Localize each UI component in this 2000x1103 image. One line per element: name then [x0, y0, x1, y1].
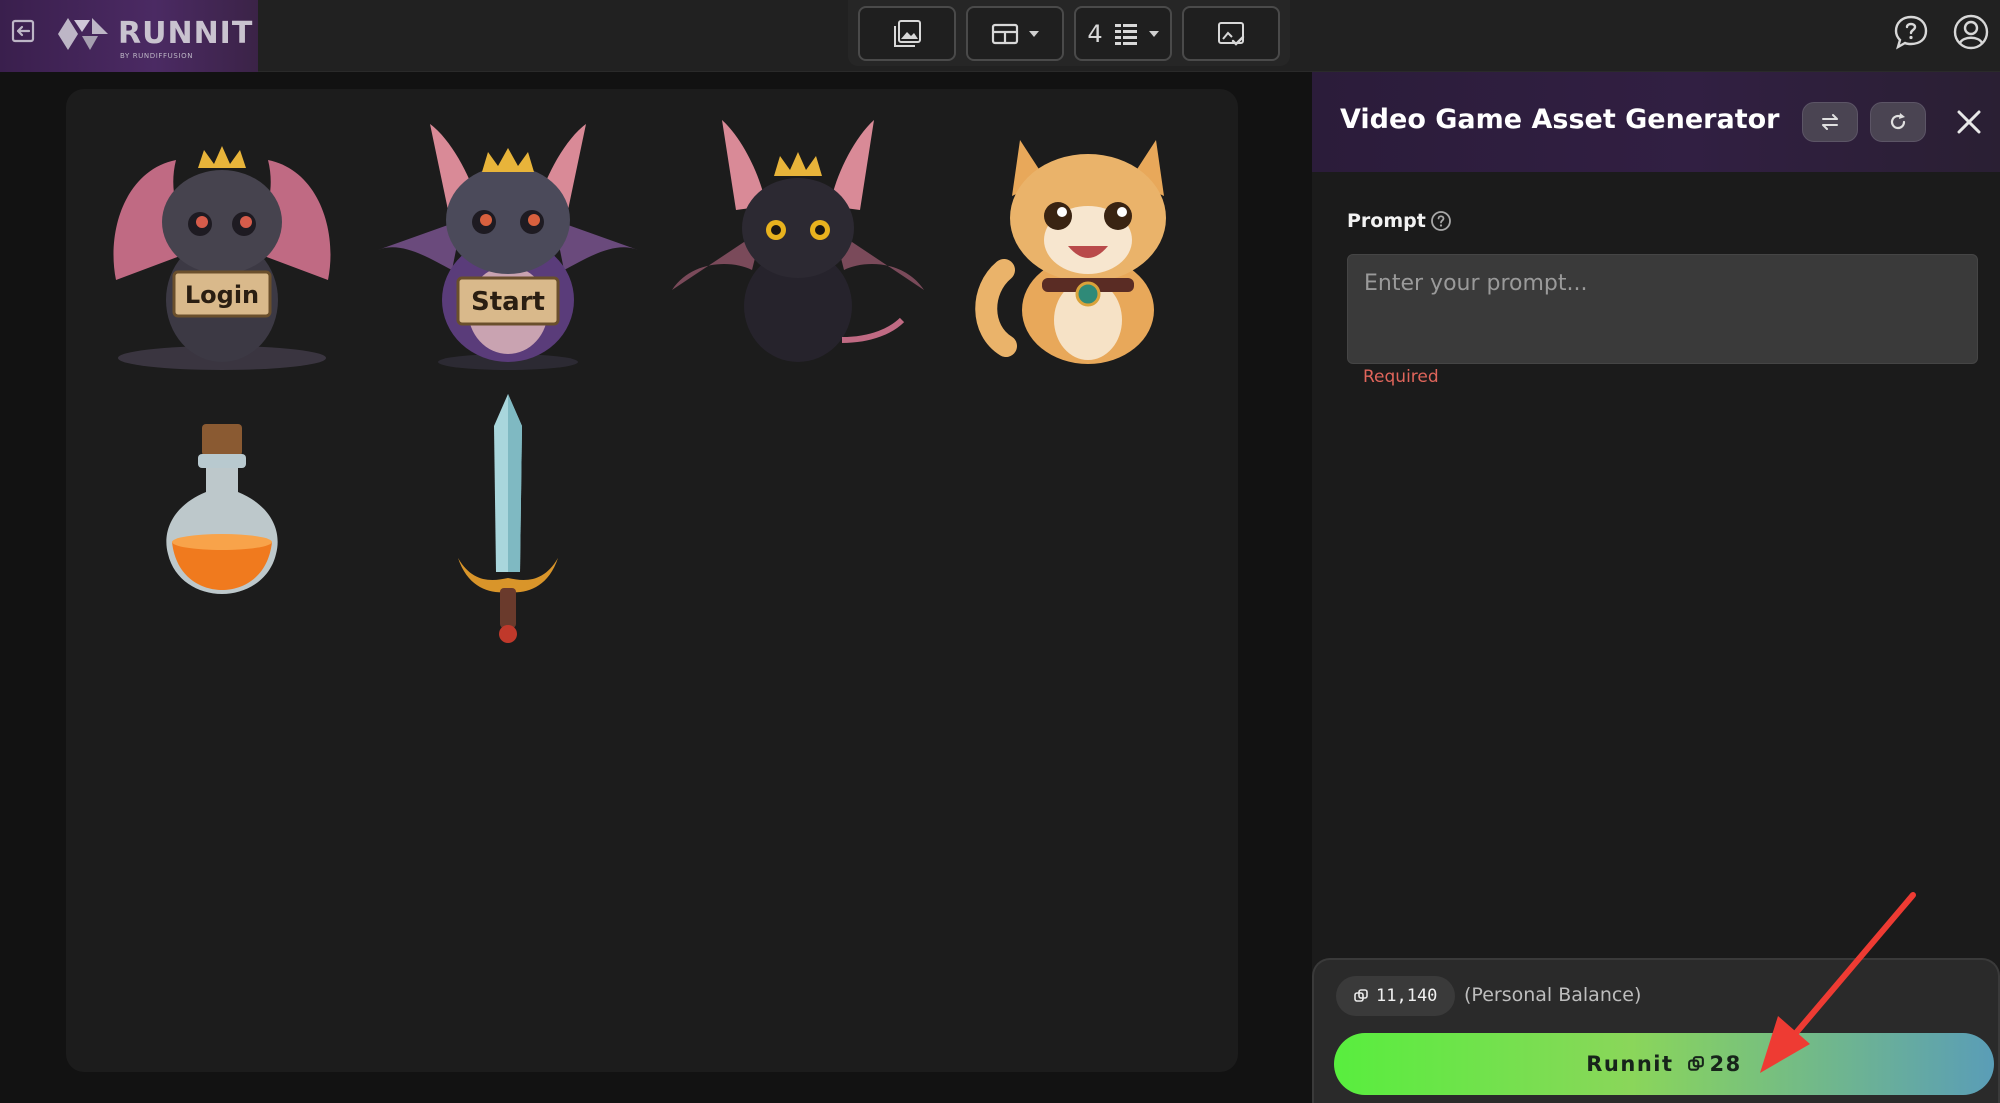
panel-title: Video Game Asset Generator	[1340, 104, 1780, 135]
coins-icon	[1687, 1056, 1704, 1071]
layout-dropdown-button[interactable]	[966, 6, 1064, 61]
balance-value: 11,140	[1376, 986, 1438, 1006]
sword-image	[458, 394, 558, 643]
account-button[interactable]	[1951, 12, 1991, 52]
logo-subtitle: BY RUNDIFFUSION	[120, 52, 194, 60]
select-images-button[interactable]	[1182, 6, 1280, 61]
bat-login-image: Login	[113, 146, 331, 370]
gallery-view-button[interactable]	[858, 6, 956, 61]
swap-button[interactable]	[1802, 102, 1858, 142]
logo-mark-icon	[58, 18, 108, 50]
close-icon	[1957, 110, 1981, 134]
reset-button[interactable]	[1870, 102, 1926, 142]
runnit-button[interactable]: Runnit 28	[1334, 1033, 1994, 1095]
runnit-cost: 28	[1687, 1052, 1742, 1076]
top-bar: RUNNIT BY RUNDIFFUSION 4	[0, 0, 2000, 72]
view-toolbar: 4	[848, 0, 1290, 66]
brand-area: RUNNIT BY RUNDIFFUSION	[0, 0, 258, 72]
columns-value: 4	[1087, 19, 1103, 48]
run-footer: 11,140 (Personal Balance) Runnit 28	[1312, 958, 2000, 1103]
bat-crown-image	[672, 120, 924, 362]
help-button[interactable]	[1891, 12, 1931, 52]
required-hint: Required	[1363, 367, 1439, 387]
gallery-image-potion[interactable]	[86, 382, 358, 654]
gallery-image-bat-start[interactable]: Start	[372, 110, 644, 382]
potion-image	[166, 424, 278, 594]
start-sign-text: Start	[471, 287, 545, 317]
refresh-icon	[1890, 113, 1906, 130]
close-panel-button[interactable]	[1952, 105, 1986, 139]
panel-header: Video Game Asset Generator	[1312, 72, 2000, 172]
balance-chip: 11,140	[1336, 976, 1456, 1016]
list-icon	[1114, 23, 1137, 45]
runnit-logo: RUNNIT BY RUNDIFFUSION	[56, 12, 252, 60]
gallery-image-sword[interactable]	[372, 382, 644, 654]
images-icon	[894, 19, 921, 47]
swap-arrows-icon	[1822, 114, 1838, 130]
exit-icon	[11, 19, 35, 43]
generator-panel: Video Game Asset Generator Prompt Requir…	[1312, 72, 2000, 1103]
prompt-label: Prompt	[1347, 210, 1426, 232]
chevron-down-icon	[1148, 30, 1159, 37]
balance-label: (Personal Balance)	[1464, 984, 1642, 1006]
exit-button[interactable]	[8, 16, 38, 46]
login-sign-text: Login	[185, 281, 259, 309]
coins-icon	[1354, 989, 1368, 1002]
columns-dropdown-button[interactable]: 4	[1074, 6, 1172, 61]
logo-text: RUNNIT	[118, 16, 254, 51]
gallery-image-bat-login[interactable]: Login	[86, 110, 358, 382]
table-layout-icon	[991, 23, 1019, 44]
user-avatar-icon	[1953, 14, 1989, 50]
prompt-input[interactable]	[1347, 254, 1978, 364]
gallery-image-cat[interactable]	[950, 110, 1222, 382]
chevron-down-icon	[1029, 30, 1039, 37]
prompt-help-icon[interactable]	[1429, 209, 1453, 233]
image-gallery: Login Start	[66, 89, 1238, 1072]
gallery-image-bat-crown[interactable]	[662, 110, 934, 382]
help-chat-icon	[1894, 15, 1928, 50]
runnit-cost-value: 28	[1709, 1052, 1742, 1076]
bat-start-image: Start	[378, 124, 638, 370]
runnit-button-label: Runnit	[1586, 1052, 1674, 1076]
image-check-icon	[1218, 21, 1245, 46]
cat-image	[975, 140, 1166, 364]
